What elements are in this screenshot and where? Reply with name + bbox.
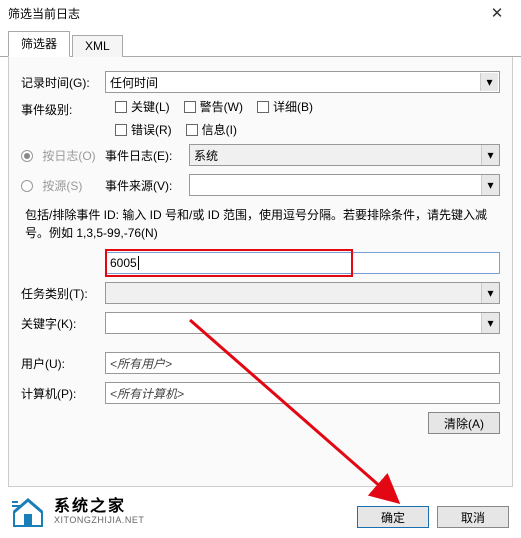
chevron-down-icon: ▾ [481, 175, 499, 195]
task-category-label: 任务类别(T): [21, 285, 105, 302]
chevron-down-icon: ▾ [480, 73, 498, 91]
clear-button[interactable]: 清除(A) [428, 412, 500, 434]
chk-critical[interactable]: 关键(L) [115, 98, 170, 115]
house-icon [10, 494, 46, 530]
ok-button[interactable]: 确定 [357, 506, 429, 528]
radio-by-source [21, 180, 33, 192]
event-level-label: 事件级别: [21, 101, 105, 118]
event-source-label: 事件来源(V): [105, 177, 189, 194]
close-icon[interactable]: ✕ [477, 4, 517, 22]
chk-error[interactable]: 错误(R) [115, 121, 172, 138]
cancel-button[interactable]: 取消 [437, 506, 509, 528]
event-id-value: 6005 [110, 256, 137, 270]
event-log-select[interactable]: 系统 ▾ [189, 144, 500, 166]
by-source-label: 按源(S) [42, 179, 82, 193]
tab-filter[interactable]: 筛选器 [8, 31, 70, 57]
tab-strip: 筛选器 XML [0, 26, 521, 57]
watermark-cn: 系统之家 [54, 498, 144, 516]
dialog-footer: 确定 取消 [357, 506, 509, 528]
filter-panel: 记录时间(G): 任何时间 ▾ 事件级别: 关键(L) 警告(W) 详细(B) … [8, 57, 513, 487]
title-bar: 筛选当前日志 ✕ [0, 0, 521, 26]
chk-verbose[interactable]: 详细(B) [257, 98, 313, 115]
chevron-down-icon: ▾ [481, 313, 499, 333]
logged-label: 记录时间(G): [21, 74, 105, 91]
user-value: <所有用户> [110, 355, 172, 372]
user-label: 用户(U): [21, 355, 105, 372]
tab-xml[interactable]: XML [72, 35, 123, 57]
chk-warning[interactable]: 警告(W) [184, 98, 243, 115]
radio-by-log [21, 150, 33, 162]
keywords-label: 关键字(K): [21, 315, 105, 332]
chevron-down-icon: ▾ [481, 145, 499, 165]
event-source-select[interactable]: ▾ [189, 174, 500, 196]
event-log-value: 系统 [194, 147, 218, 164]
logged-value: 任何时间 [110, 74, 158, 91]
logged-select[interactable]: 任何时间 ▾ [105, 71, 500, 93]
watermark-logo: 系统之家 XITONGZHIJIA.NET [10, 494, 144, 530]
by-log-label: 按日志(O) [42, 149, 95, 163]
user-input[interactable]: <所有用户> [105, 352, 500, 374]
watermark-en: XITONGZHIJIA.NET [54, 516, 144, 526]
task-category-select[interactable]: ▾ [105, 282, 500, 304]
computer-input[interactable]: <所有计算机> [105, 382, 500, 404]
keywords-select[interactable]: ▾ [105, 312, 500, 334]
event-id-input[interactable]: 6005 [105, 252, 500, 274]
computer-value: <所有计算机> [110, 385, 184, 402]
window-title: 筛选当前日志 [8, 5, 80, 22]
chk-info[interactable]: 信息(I) [186, 121, 237, 138]
chevron-down-icon: ▾ [481, 283, 499, 303]
event-log-label: 事件日志(E): [105, 147, 189, 164]
text-cursor [138, 256, 139, 270]
id-instruction: 包括/排除事件 ID: 输入 ID 号和/或 ID 范围，使用逗号分隔。若要排除… [25, 206, 496, 242]
computer-label: 计算机(P): [21, 385, 105, 402]
